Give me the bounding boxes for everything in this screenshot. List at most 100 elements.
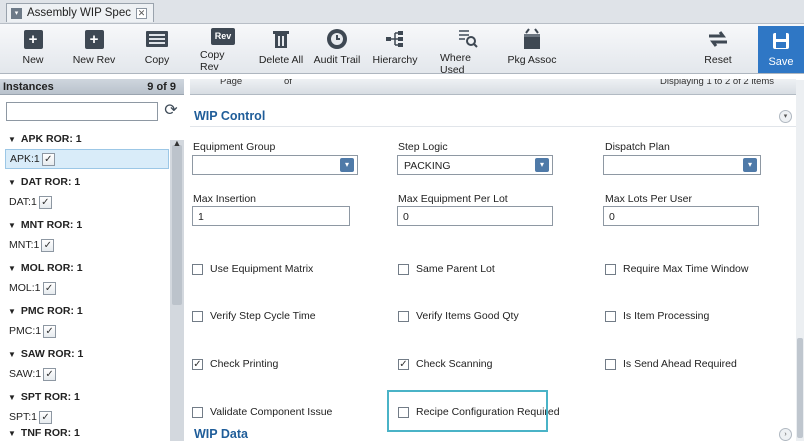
reset-icon <box>709 31 727 47</box>
check-icon: ✓ <box>42 281 56 295</box>
tree-group-mnt[interactable]: ▼ MNT ROR: 1 <box>8 219 82 231</box>
tree-item-saw[interactable]: SAW:1 ✓ <box>5 364 169 384</box>
hierarchy-icon <box>386 31 403 47</box>
close-icon[interactable]: ✕ <box>135 7 147 19</box>
check-icon: ✓ <box>41 238 55 252</box>
tree-group-pmc[interactable]: ▼ PMC ROR: 1 <box>8 305 83 317</box>
copy-icon <box>146 31 168 47</box>
content-scrollbar[interactable] <box>796 80 804 441</box>
check-icon[interactable]: ✓ <box>192 358 203 370</box>
expand-icon[interactable]: ▼ <box>8 264 16 273</box>
max-insertion-input[interactable]: 1 <box>192 206 350 226</box>
tab-title: Assembly WIP Spec <box>27 7 131 19</box>
check-icon[interactable]: ✓ <box>398 358 409 370</box>
check-icon: ✓ <box>43 324 57 338</box>
main-toolbar: + New + New Rev Copy Rev Copy Rev Delete… <box>0 24 804 76</box>
instances-count: 9 of 9 <box>147 80 176 93</box>
expand-icon[interactable]: ▼ <box>8 135 16 144</box>
equipment-group-select[interactable]: ▾ <box>192 155 358 175</box>
step-logic-select[interactable]: PACKING ▾ <box>397 155 553 175</box>
pkg-assoc-button[interactable]: Pkg Assoc <box>506 28 558 72</box>
delete-all-button[interactable]: Delete All <box>258 28 304 72</box>
check-scanning-checkbox[interactable]: ✓ Check Scanning <box>398 358 492 370</box>
tree-group-spt[interactable]: ▼ SPT ROR: 1 <box>8 391 80 403</box>
copy-rev-button[interactable]: Rev Copy Rev <box>200 28 246 73</box>
section-title: WIP Control <box>194 109 266 123</box>
require-max-time-window-checkbox[interactable]: Require Max Time Window <box>605 263 748 275</box>
is-send-ahead-required-checkbox[interactable]: Is Send Ahead Required <box>605 358 737 370</box>
save-icon <box>773 33 789 49</box>
rev-icon: Rev <box>211 28 235 45</box>
verify-items-good-qty-checkbox[interactable]: Verify Items Good Qty <box>398 310 519 322</box>
tree-group-dat[interactable]: ▼ DAT ROR: 1 <box>8 176 80 188</box>
scrollbar-thumb[interactable] <box>797 338 803 438</box>
scrollbar-thumb[interactable] <box>172 145 182 305</box>
document-tab-bar: ▾ Assembly WIP Spec ✕ <box>0 0 804 24</box>
step-logic-label: Step Logic <box>398 141 448 153</box>
tab-menu-icon[interactable]: ▾ <box>11 7 22 19</box>
audit-icon <box>327 29 347 49</box>
section-title: WIP Data <box>194 427 248 441</box>
tree-group-tnf[interactable]: ▼ TNF ROR: 1 <box>8 427 80 439</box>
wip-data-section-header[interactable]: WIP Data › <box>190 425 804 441</box>
instance-tree: ▼ APK ROR: 1 APK:1 ✓ ▼ DAT ROR: 1 DAT:1 ✓ ▼ M… <box>0 127 186 441</box>
dispatch-plan-select[interactable]: ▾ <box>603 155 761 175</box>
instance-search-input[interactable] <box>6 102 158 121</box>
check-printing-checkbox[interactable]: ✓ Check Printing <box>192 358 278 370</box>
chevron-down-icon[interactable]: ▾ <box>743 158 757 172</box>
expand-icon[interactable]: ▼ <box>8 307 16 316</box>
wip-control-section-header[interactable]: WIP Control ▾ <box>190 105 804 127</box>
tab-assembly-wip-spec[interactable]: ▾ Assembly WIP Spec ✕ <box>6 3 154 22</box>
trash-icon <box>273 31 289 48</box>
scroll-up-icon[interactable]: ▲ <box>171 138 183 148</box>
refresh-icon[interactable]: ⟳ <box>162 101 180 121</box>
where-used-button[interactable]: Where Used <box>440 28 496 76</box>
reset-button[interactable]: Reset <box>698 28 738 72</box>
page-label: Page <box>220 79 243 87</box>
is-item-processing-checkbox[interactable]: Is Item Processing <box>605 310 709 322</box>
expand-icon[interactable]: ▼ <box>8 221 16 230</box>
new-button[interactable]: + New <box>18 28 48 72</box>
dispatch-plan-label: Dispatch Plan <box>605 141 670 153</box>
save-button[interactable]: Save <box>758 26 804 73</box>
max-equipment-per-lot-input[interactable]: 0 <box>397 206 553 226</box>
expand-icon[interactable]: › <box>779 428 792 441</box>
pager-display-text: Displaying 1 to 2 of 2 items <box>660 79 775 87</box>
use-equipment-matrix-checkbox[interactable]: Use Equipment Matrix <box>192 263 313 275</box>
same-parent-lot-checkbox[interactable]: Same Parent Lot <box>398 263 495 275</box>
instances-title: Instances <box>3 80 54 93</box>
tree-item-mnt[interactable]: MNT:1 ✓ <box>5 235 169 255</box>
instances-scrollbar[interactable] <box>170 140 184 441</box>
instances-header: Instances 9 of 9 <box>0 79 184 95</box>
check-icon: ✓ <box>39 410 53 424</box>
new-rev-button[interactable]: + New Rev <box>72 28 116 72</box>
expand-icon[interactable]: ▼ <box>8 393 16 402</box>
tree-group-apk[interactable]: ▼ APK ROR: 1 <box>8 133 82 145</box>
of-label: of <box>284 79 292 87</box>
tree-item-apk[interactable]: APK:1 ✓ <box>5 149 169 169</box>
pager-bar: Page of Displaying 1 to 2 of 2 items <box>190 79 796 95</box>
expand-icon[interactable]: ▼ <box>8 429 16 438</box>
max-lots-per-user-input[interactable]: 0 <box>603 206 759 226</box>
tree-group-mol[interactable]: ▼ MOL ROR: 1 <box>8 262 83 274</box>
equipment-group-label: Equipment Group <box>193 141 276 153</box>
chevron-down-icon[interactable]: ▾ <box>340 158 354 172</box>
max-lots-per-user-label: Max Lots Per User <box>605 193 692 205</box>
tree-item-mol[interactable]: MOL:1 ✓ <box>5 278 169 298</box>
package-icon <box>524 28 540 49</box>
expand-icon[interactable]: ▼ <box>8 178 16 187</box>
tree-item-dat[interactable]: DAT:1 ✓ <box>5 192 169 212</box>
plus-icon: + <box>23 29 43 49</box>
tree-item-spt[interactable]: SPT:1 ✓ <box>5 407 169 427</box>
audit-trail-button[interactable]: Audit Trail <box>312 28 362 72</box>
verify-step-cycle-time-checkbox[interactable]: Verify Step Cycle Time <box>192 310 316 322</box>
tree-group-saw[interactable]: ▼ SAW ROR: 1 <box>8 348 83 360</box>
tree-item-pmc[interactable]: PMC:1 ✓ <box>5 321 169 341</box>
hierarchy-button[interactable]: Hierarchy <box>372 28 418 72</box>
copy-button[interactable]: Copy <box>140 28 174 72</box>
chevron-down-icon[interactable]: ▾ <box>535 158 549 172</box>
check-icon: ✓ <box>41 152 55 166</box>
expand-icon[interactable]: ▼ <box>8 350 16 359</box>
validate-component-issue-checkbox[interactable]: Validate Component Issue <box>192 406 332 418</box>
collapse-icon[interactable]: ▾ <box>779 110 792 123</box>
